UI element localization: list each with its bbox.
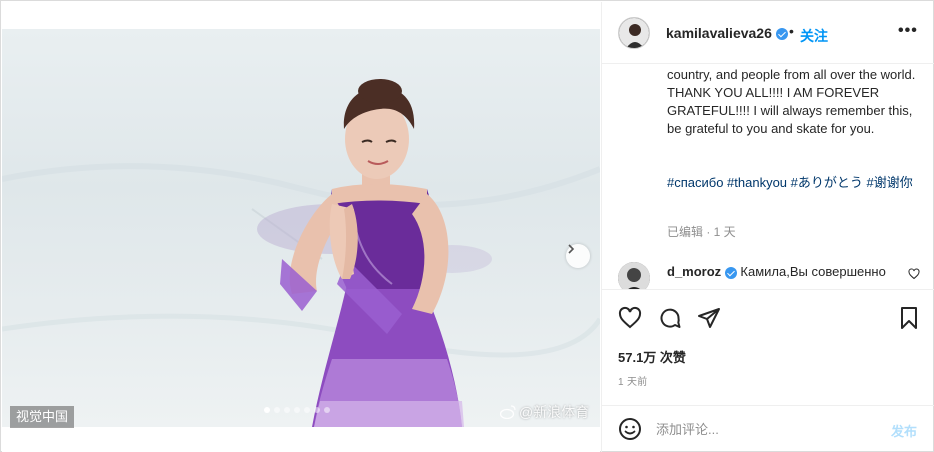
paper-plane-icon[interactable] [697, 306, 721, 330]
post-comment-button[interactable]: 发布 [891, 421, 917, 440]
post-caption: country, and people from all over the wo… [602, 64, 934, 289]
carousel-dot [294, 407, 300, 413]
carousel-dot [304, 407, 310, 413]
post-username-text: kamilavalieva26 [666, 25, 772, 41]
add-comment-input[interactable] [656, 418, 876, 440]
post-media: 视觉中国 @新浪体育 [2, 2, 600, 452]
caption-hashtags[interactable]: #спасибо #thankyou #ありがとう #谢谢你 [667, 174, 917, 192]
comment-avatar-image [618, 262, 650, 290]
avatar[interactable] [618, 17, 650, 49]
comment-username[interactable]: d_moroz [667, 264, 721, 279]
post-photo [2, 29, 600, 427]
comment-line: d_moroz Камила,Вы совершенно [667, 264, 886, 279]
comment-row: d_moroz Камила,Вы совершенно [602, 260, 934, 290]
edited-timestamp: 已编辑 · 1 天 [667, 225, 736, 239]
next-slide-button[interactable] [566, 244, 590, 268]
likes-count[interactable]: 57.1万 次赞 [618, 347, 686, 366]
bookmark-icon[interactable] [897, 306, 921, 330]
carousel-dot [324, 407, 330, 413]
watermark-left: 视觉中国 [10, 406, 75, 428]
smiley-icon[interactable] [618, 417, 642, 441]
chevron-right-icon [568, 244, 575, 254]
verified-badge-icon [775, 28, 788, 41]
watermark-right-text: @新浪体育 [519, 404, 590, 420]
carousel-dots [264, 407, 330, 413]
watermark-right: @新浪体育 [500, 402, 589, 422]
verified-badge-icon [724, 266, 737, 279]
comment-heart-icon[interactable] [908, 268, 920, 280]
comment-avatar[interactable] [618, 262, 650, 290]
comment-text: Камила,Вы совершенно [740, 264, 886, 279]
post-header: kamilavalieva26 • 关注 ••• [602, 2, 934, 64]
weibo-logo-icon [500, 405, 516, 419]
post-time[interactable]: 1 天前 [618, 373, 648, 388]
comment-icon[interactable] [658, 306, 682, 330]
post-actions [602, 289, 934, 345]
heart-icon[interactable] [618, 306, 642, 330]
post-dialog: 视觉中国 @新浪体育 kamilavalieva26 • 关注 ••• coun… [0, 0, 934, 452]
skater-illustration [2, 79, 600, 427]
carousel-dot [284, 407, 290, 413]
carousel-dot [264, 407, 270, 413]
follow-button[interactable]: 关注 [800, 26, 828, 46]
caption-text: country, and people from all over the wo… [667, 67, 916, 136]
carousel-dot [314, 407, 320, 413]
post-side-panel: kamilavalieva26 • 关注 ••• country, and pe… [601, 2, 934, 452]
post-username[interactable]: kamilavalieva26 [666, 25, 788, 41]
more-options-button[interactable]: ••• [898, 22, 918, 40]
add-comment-bar: 发布 [602, 405, 934, 452]
header-separator: • [789, 23, 794, 39]
carousel-dot [274, 407, 280, 413]
avatar-image [619, 18, 649, 48]
